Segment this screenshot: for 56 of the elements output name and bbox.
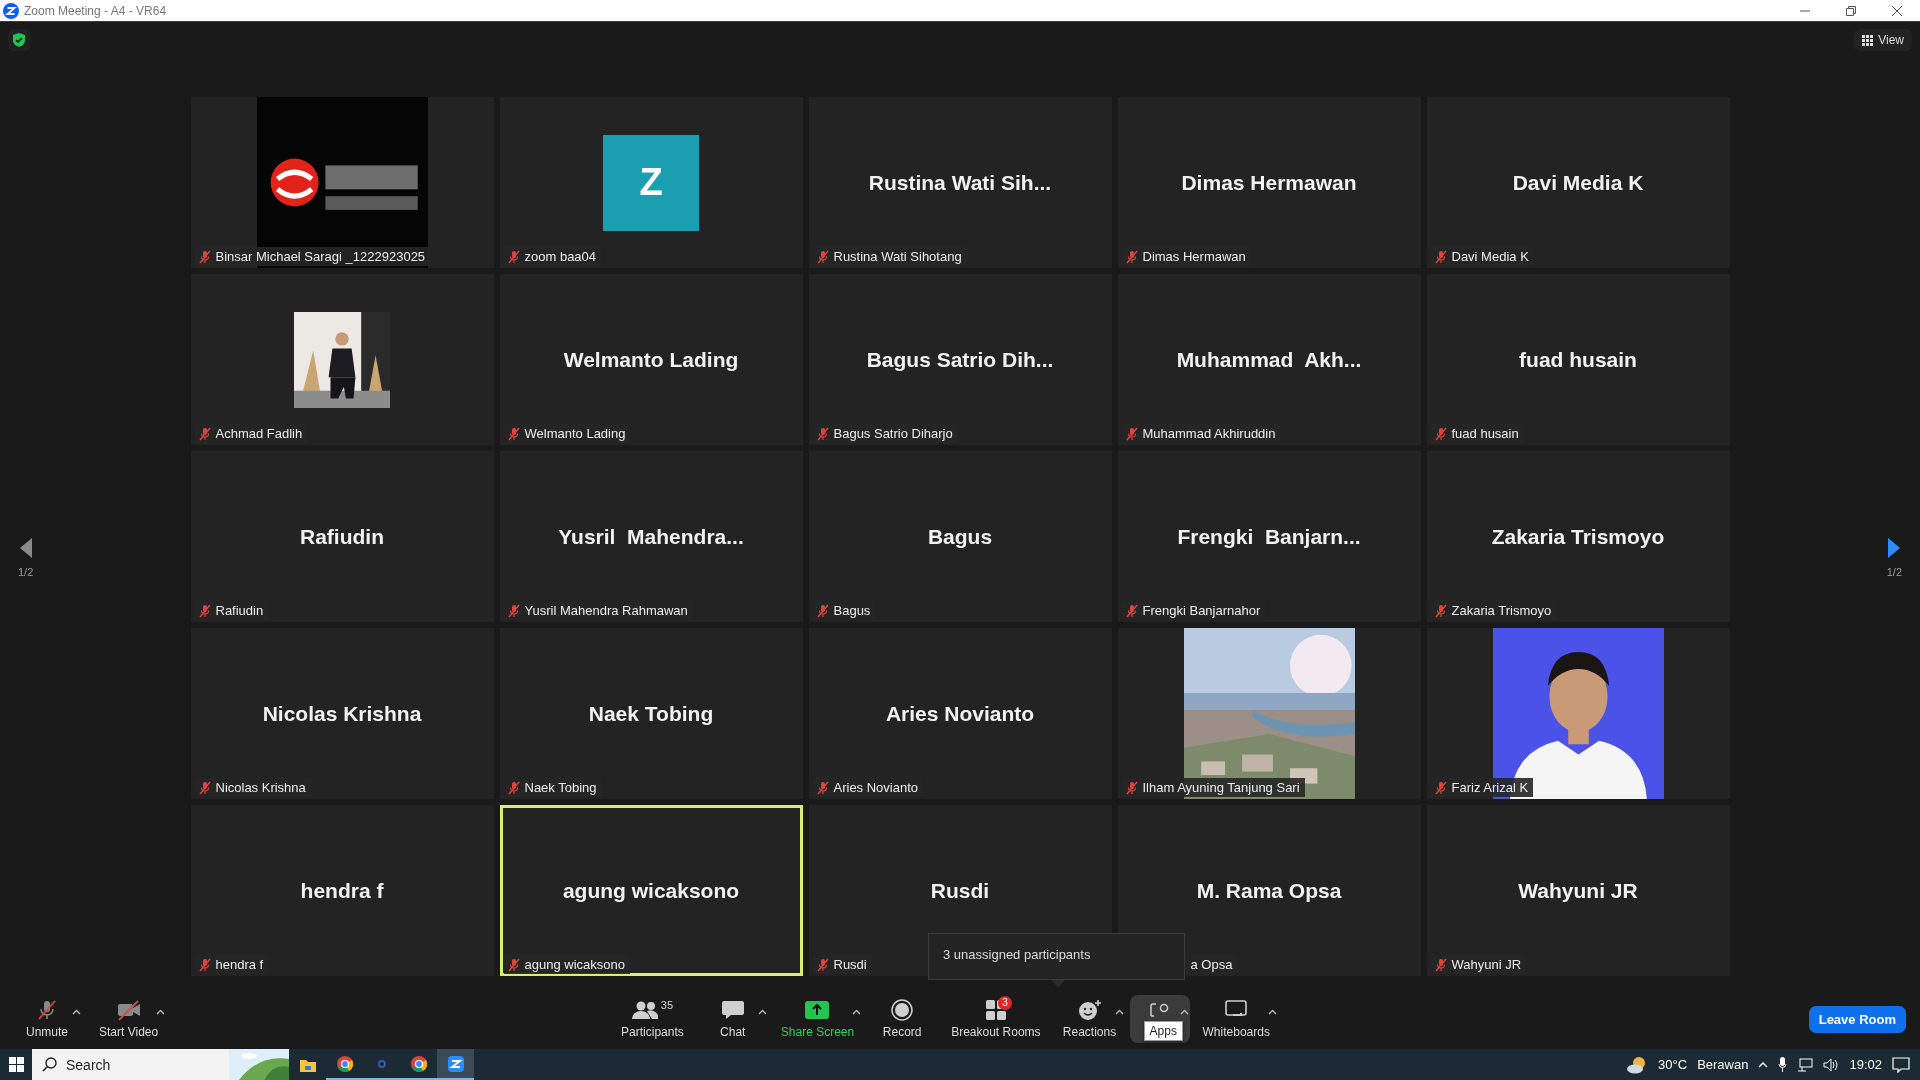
name-tag-text: Zakaria Trismoyo [1451, 603, 1552, 618]
name-tag-text: Bagus Satrio Diharjo [833, 426, 953, 441]
participant-name: Muhammad Akh... [1176, 347, 1362, 372]
name-tag-text: hendra f [215, 957, 264, 972]
name-tag-text: Yusril Mahendra Rahmawan [524, 603, 688, 618]
participant-name: Frengki Banjarn... [1177, 524, 1361, 549]
avatar: Z [603, 134, 699, 231]
name-tag-text: Frengki Banjarnahor [1142, 603, 1261, 618]
name-tag-text: Binsar Michael Saragi _1222923025 [215, 249, 426, 264]
name-tag-text: Fariz Arizal K [1451, 780, 1529, 795]
participant-name: Dimas Hermawan [1181, 170, 1357, 195]
participant-name: agung wicaksono [562, 878, 740, 903]
participant-name: Naek Tobing [588, 701, 714, 726]
participant-name: M. Rama Opsa [1196, 878, 1342, 903]
name-tag-text: Davi Media K [1451, 249, 1529, 264]
participant-name: Bagus Satrio Dih... [866, 347, 1054, 372]
participant-name: Bagus [927, 524, 993, 549]
name-tag-text: Wahyuni JR [1451, 957, 1522, 972]
tooltip: Apps [1143, 1021, 1183, 1041]
participant-count: 35 [660, 999, 674, 1011]
participant-name: hendra f [300, 878, 384, 903]
participant-name: Rafiudin [300, 524, 384, 549]
name-tag-text: Naek Tobing [524, 780, 597, 795]
name-tag-text: Rusdi [833, 957, 867, 972]
participant-name: Rustina Wati Sih... [868, 170, 1052, 195]
name-tag-text: agung wicaksono [524, 957, 625, 972]
page-indicator: 1/2 [18, 566, 34, 578]
participant-name: Zakaria Trismoyo [1491, 524, 1665, 549]
participant-name: Davi Media K [1512, 170, 1644, 195]
window-title: Zoom Meeting - A4 - VR64 [24, 3, 167, 18]
participant-name: Rusdi [930, 878, 990, 903]
name-tag-text: zoom baa04 [524, 249, 597, 264]
participant-name: Welmanto Lading [563, 347, 739, 372]
participant-name: Aries Novianto [885, 701, 1035, 726]
weather-condition: Berawan [1697, 1057, 1749, 1072]
temperature: 30°C [1658, 1057, 1688, 1072]
name-tag-text: Nicolas Krishna [215, 780, 306, 795]
name-tag-text: Welmanto Lading [524, 426, 626, 441]
participant-name: Nicolas Krishna [262, 701, 422, 726]
page-indicator: 1/2 [1886, 566, 1902, 578]
participant-name: fuad husain [1519, 347, 1637, 372]
name-tag-text: Rafiudin [215, 603, 264, 618]
participant-name: Wahyuni JR [1518, 878, 1638, 903]
name-tag-text: Dimas Hermawan [1142, 249, 1246, 264]
participant-name: Yusril Mahendra... [558, 524, 744, 549]
name-tag-text: Ilham Ayuning Tanjung Sari [1142, 780, 1300, 795]
name-tag-text: a Opsa [1190, 957, 1233, 972]
tooltip: 3 unassigned participants [928, 933, 1185, 980]
name-tag-text: Bagus [833, 603, 871, 618]
notification-badge: 3 [998, 996, 1012, 1010]
name-tag-text: Rustina Wati Sihotang [833, 249, 962, 264]
clock: 19:02 [1849, 1057, 1882, 1072]
name-tag-text: Aries Novianto [833, 780, 919, 795]
name-tag-text: Achmad Fadlih [215, 426, 303, 441]
name-tag-text: fuad husain [1451, 426, 1519, 441]
name-tag-text: Muhammad Akhiruddin [1142, 426, 1276, 441]
